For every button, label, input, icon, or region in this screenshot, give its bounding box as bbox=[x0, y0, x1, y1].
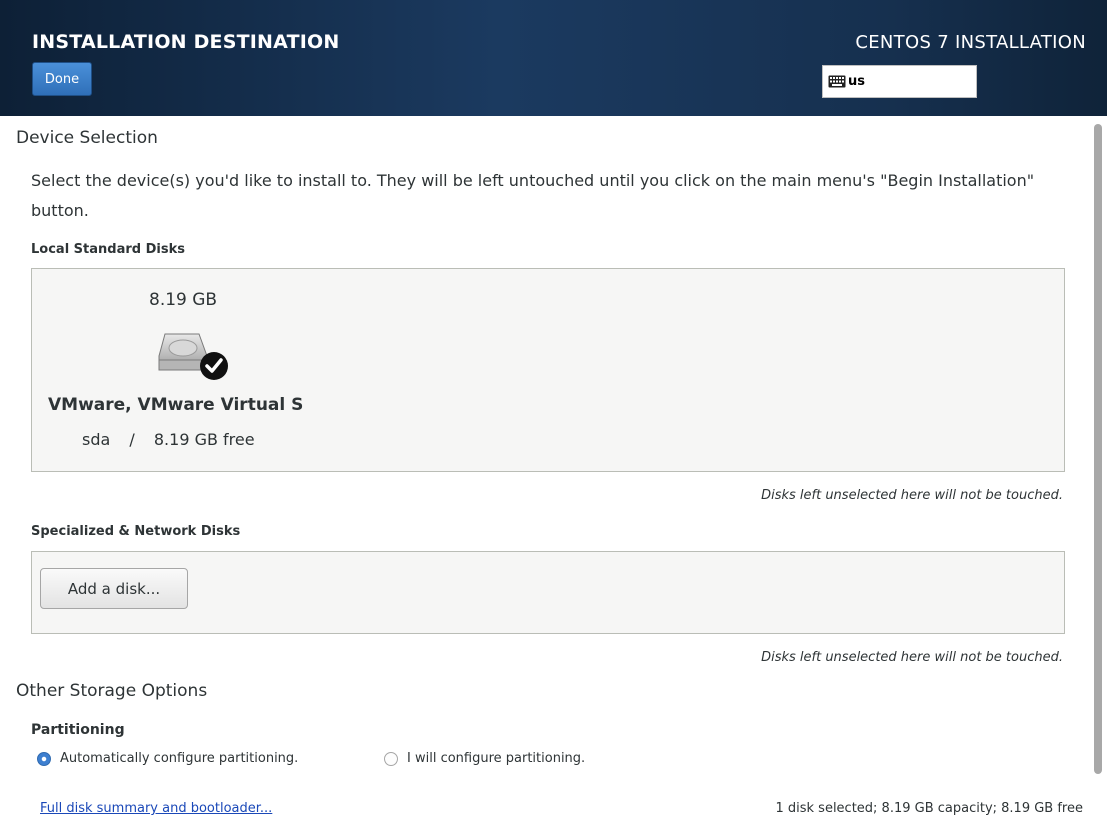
local-disks-heading: Local Standard Disks bbox=[31, 242, 185, 257]
device-selection-description: Select the device(s) you'd like to insta… bbox=[31, 171, 1035, 220]
main-content: Device Selection Select the device(s) yo… bbox=[0, 116, 1107, 833]
radio-unselected-icon[interactable] bbox=[384, 751, 398, 766]
header-bar: INSTALLATION DESTINATION Done CENTOS 7 I… bbox=[0, 0, 1107, 116]
add-disk-button[interactable]: Add a disk... bbox=[40, 568, 188, 609]
disk-name[interactable]: VMware, VMware Virtual S bbox=[48, 395, 303, 415]
keyboard-layout-label: us bbox=[848, 74, 865, 89]
disk-free: 8.19 GB free bbox=[153, 430, 255, 449]
disk-summary-link[interactable]: Full disk summary and bootloader... bbox=[40, 801, 272, 816]
hard-disk-icon[interactable] bbox=[155, 330, 233, 382]
device-selection-title: Device Selection bbox=[16, 128, 158, 148]
other-storage-title: Other Storage Options bbox=[16, 681, 208, 701]
page-title: INSTALLATION DESTINATION bbox=[32, 31, 340, 53]
manual-partitioning-option[interactable]: I will configure partitioning. bbox=[384, 751, 585, 766]
radio-selected-icon[interactable] bbox=[37, 751, 51, 766]
auto-partitioning-option[interactable]: Automatically configure partitioning. bbox=[37, 751, 298, 766]
keyboard-layout-indicator[interactable]: us bbox=[822, 65, 977, 98]
disk-detail: sda / 8.19 GB free bbox=[82, 430, 255, 449]
specialized-disks-note: Disks left unselected here will not be t… bbox=[761, 650, 1063, 665]
disk-size: 8.19 GB bbox=[149, 290, 218, 310]
manual-partitioning-label: I will configure partitioning. bbox=[407, 751, 586, 766]
keyboard-icon bbox=[828, 75, 846, 88]
done-button[interactable]: Done bbox=[32, 62, 92, 96]
disk-separator: / bbox=[129, 430, 135, 449]
auto-partitioning-label: Automatically configure partitioning. bbox=[60, 751, 299, 766]
local-disks-note: Disks left unselected here will not be t… bbox=[761, 488, 1063, 503]
specialized-disks-heading: Specialized & Network Disks bbox=[31, 524, 241, 539]
partitioning-heading: Partitioning bbox=[31, 722, 125, 738]
selection-summary: 1 disk selected; 8.19 GB capacity; 8.19 … bbox=[775, 801, 1083, 816]
product-title: CENTOS 7 INSTALLATION bbox=[855, 32, 1086, 53]
disk-device: sda bbox=[82, 430, 111, 449]
vertical-scrollbar[interactable] bbox=[1091, 116, 1107, 833]
scrollbar-thumb[interactable] bbox=[1094, 124, 1102, 774]
